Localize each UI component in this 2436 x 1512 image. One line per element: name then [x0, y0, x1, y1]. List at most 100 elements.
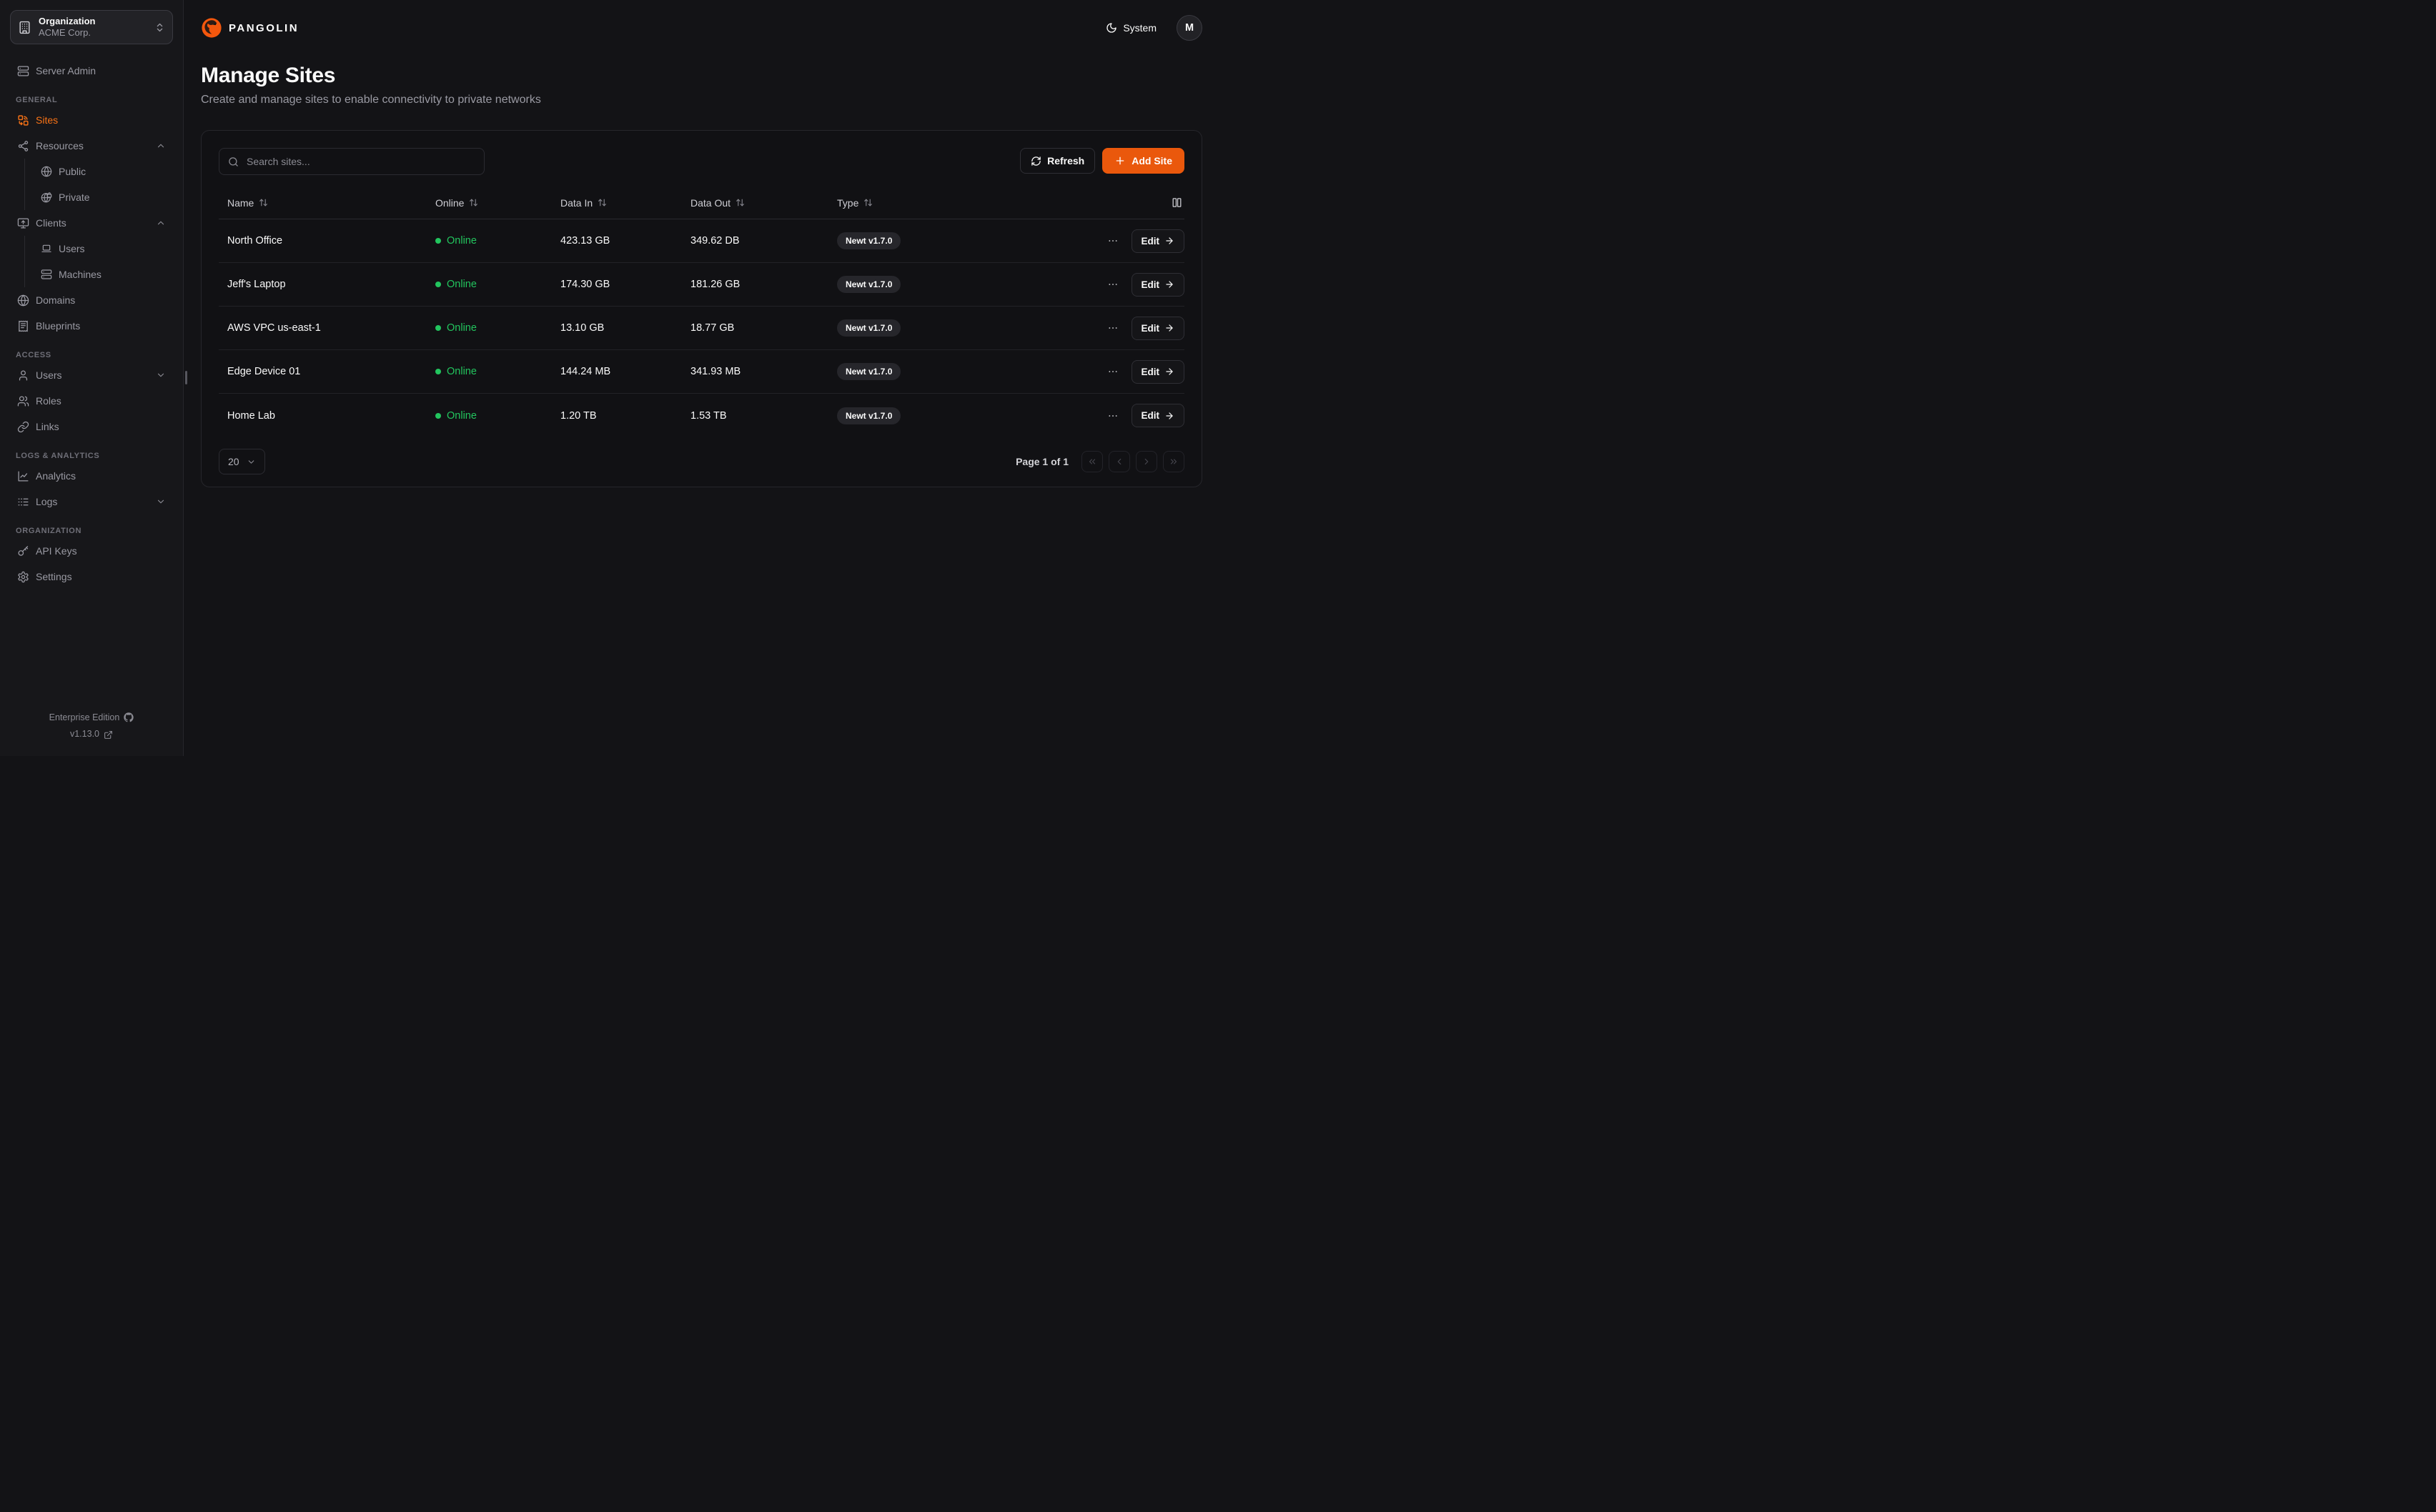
status-badge: Online	[435, 279, 560, 290]
sidebar-item-server-admin[interactable]: Server Admin	[10, 58, 173, 84]
site-name: AWS VPC us-east-1	[219, 322, 435, 334]
chevron-down-icon	[156, 370, 166, 380]
sidebar: Organization ACME Corp. Server Admin GEN…	[0, 0, 184, 756]
receipt-icon	[17, 320, 29, 332]
table-footer: 20 Page 1 of 1	[219, 449, 1184, 474]
external-link-icon[interactable]	[104, 730, 113, 740]
sidebar-item-blueprints[interactable]: Blueprints	[10, 313, 173, 339]
sidebar-item-label: Users	[59, 243, 85, 254]
arrow-right-icon	[1164, 279, 1174, 289]
gear-icon	[17, 571, 29, 583]
site-name: Jeff's Laptop	[219, 279, 435, 290]
sidebar-item-analytics[interactable]: Analytics	[10, 463, 173, 489]
refresh-icon	[1031, 156, 1041, 166]
chevron-up-icon	[156, 218, 166, 228]
sidebar-item-domains[interactable]: Domains	[10, 287, 173, 313]
data-in-value: 1.20 TB	[560, 410, 690, 422]
app-root: Organization ACME Corp. Server Admin GEN…	[0, 0, 1218, 756]
edit-button[interactable]: Edit	[1132, 273, 1185, 297]
type-badge: Newt v1.7.0	[837, 232, 901, 249]
chevron-down-icon	[247, 457, 256, 467]
resources-subnav: Public Private	[24, 159, 173, 210]
sites-table: Name Online Data In Data Out	[219, 186, 1184, 437]
prev-page-button[interactable]	[1109, 451, 1130, 472]
sidebar-item-api-keys[interactable]: API Keys	[10, 538, 173, 564]
sidebar-item-label: Clients	[36, 217, 66, 229]
sidebar-item-clients-users[interactable]: Users	[25, 236, 173, 262]
sidebar-item-label: Blueprints	[36, 320, 80, 332]
search-input[interactable]	[245, 155, 475, 168]
link-icon	[17, 421, 29, 433]
row-menu-button[interactable]	[1104, 276, 1122, 293]
column-header-name: Name	[219, 197, 435, 209]
github-icon[interactable]	[124, 712, 134, 722]
brand-name: PANGOLIN	[229, 22, 299, 34]
sidebar-item-label: Machines	[59, 269, 102, 280]
sidebar-item-resources[interactable]: Resources	[10, 133, 173, 159]
section-label-access: ACCESS	[10, 351, 173, 359]
plus-icon	[1114, 155, 1126, 166]
row-menu-button[interactable]	[1104, 232, 1122, 249]
row-menu-button[interactable]	[1104, 319, 1122, 337]
main-content: PANGOLIN System M Manage Sites Create an…	[184, 0, 1218, 756]
row-menu-button[interactable]	[1104, 363, 1122, 380]
version-label: v1.13.0	[70, 726, 99, 743]
sidebar-item-machines[interactable]: Machines	[25, 262, 173, 287]
data-out-value: 18.77 GB	[690, 322, 837, 334]
table-row: AWS VPC us-east-1 Online 13.10 GB 18.77 …	[219, 307, 1184, 350]
online-dot-icon	[435, 369, 441, 374]
sort-icon[interactable]	[736, 198, 745, 207]
sidebar-item-logs[interactable]: Logs	[10, 489, 173, 514]
next-page-button[interactable]	[1136, 451, 1157, 472]
avatar[interactable]: M	[1177, 15, 1202, 41]
edit-button[interactable]: Edit	[1132, 229, 1185, 253]
sidebar-item-label: Private	[59, 192, 90, 203]
online-dot-icon	[435, 282, 441, 287]
sidebar-item-private[interactable]: Private	[25, 184, 173, 210]
sort-icon[interactable]	[259, 198, 268, 207]
arrow-right-icon	[1164, 236, 1174, 246]
edit-button[interactable]: Edit	[1132, 317, 1185, 340]
sidebar-item-label: Users	[36, 369, 62, 381]
edit-button[interactable]: Edit	[1132, 404, 1185, 427]
row-menu-button[interactable]	[1104, 407, 1122, 424]
sort-icon[interactable]	[469, 198, 478, 207]
edit-button[interactable]: Edit	[1132, 360, 1185, 384]
first-page-button[interactable]	[1081, 451, 1103, 472]
sort-icon[interactable]	[598, 198, 607, 207]
sidebar-item-label: Analytics	[36, 470, 76, 482]
last-page-button[interactable]	[1163, 451, 1184, 472]
type-badge: Newt v1.7.0	[837, 363, 901, 380]
table-row: Home Lab Online 1.20 TB 1.53 TB Newt v1.…	[219, 394, 1184, 437]
globe-icon	[41, 166, 52, 177]
server-icon	[41, 269, 52, 280]
theme-label: System	[1123, 22, 1157, 34]
sort-icon[interactable]	[863, 198, 873, 207]
sites-icon	[17, 114, 29, 126]
status-badge: Online	[435, 366, 560, 377]
sidebar-item-links[interactable]: Links	[10, 414, 173, 439]
building-icon	[18, 21, 31, 34]
section-label-general: GENERAL	[10, 96, 173, 104]
toggle-columns-button[interactable]	[1169, 195, 1184, 210]
sidebar-item-roles[interactable]: Roles	[10, 388, 173, 414]
page-size-select[interactable]: 20	[219, 449, 265, 474]
sidebar-item-public[interactable]: Public	[25, 159, 173, 184]
sidebar-item-clients[interactable]: Clients	[10, 210, 173, 236]
sidebar-item-users[interactable]: Users	[10, 362, 173, 388]
sidebar-scrollbar-thumb[interactable]	[185, 371, 187, 384]
org-selector[interactable]: Organization ACME Corp.	[10, 10, 173, 44]
data-out-value: 349.62 DB	[690, 235, 837, 247]
sidebar-item-sites[interactable]: Sites	[10, 107, 173, 133]
theme-toggle[interactable]: System	[1101, 21, 1161, 34]
refresh-button[interactable]: Refresh	[1020, 148, 1095, 174]
sidebar-item-settings[interactable]: Settings	[10, 564, 173, 590]
search-icon	[228, 156, 239, 167]
key-icon	[17, 545, 29, 557]
chevron-up-icon	[156, 141, 166, 151]
table-row: North Office Online 423.13 GB 349.62 DB …	[219, 219, 1184, 263]
chevron-down-icon	[156, 497, 166, 507]
moon-icon	[1106, 22, 1117, 34]
add-site-button[interactable]: Add Site	[1102, 148, 1184, 174]
column-header-data-out: Data Out	[690, 197, 837, 209]
